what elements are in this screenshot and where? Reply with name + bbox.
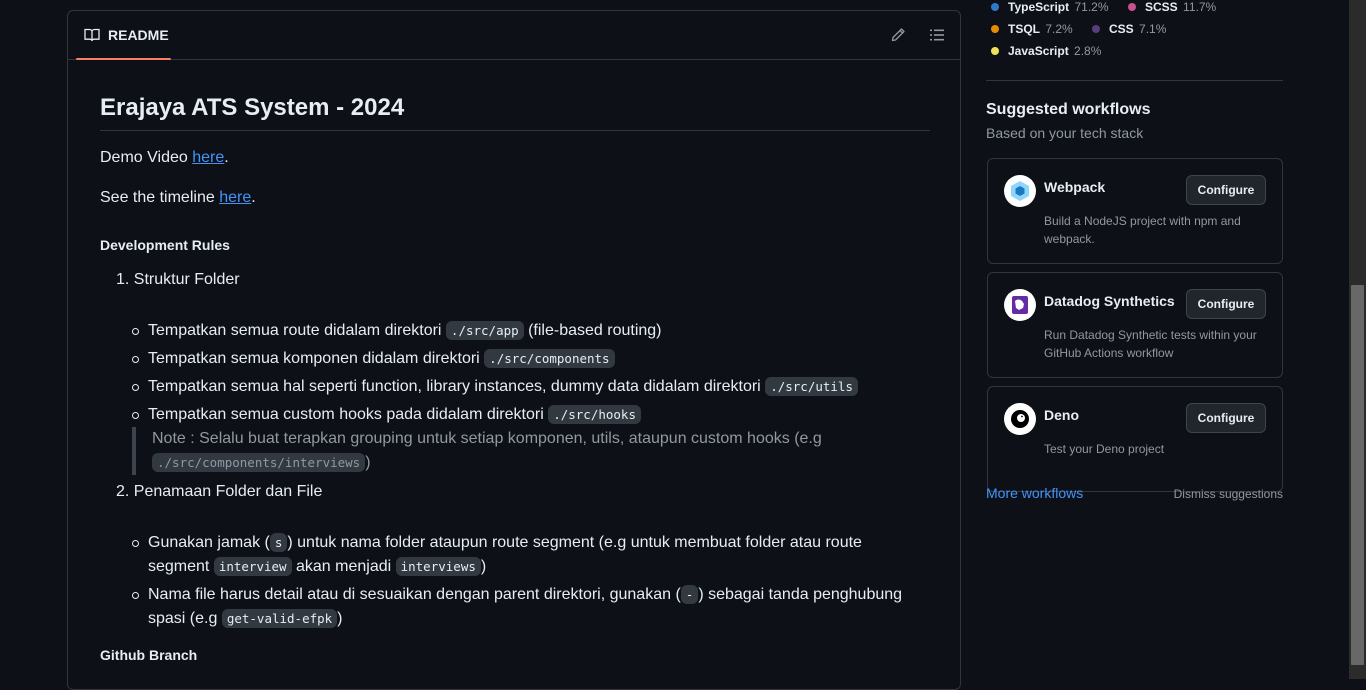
code-snippet: s [269,533,288,552]
dismiss-suggestions-button[interactable]: Dismiss suggestions [1174,487,1283,501]
language-scss[interactable]: SCSS 11.7% [1128,0,1216,14]
language-color-dot [991,47,999,55]
timeline-link[interactable]: here [219,189,251,206]
code-snippet: get-valid-efpk [221,609,338,628]
development-rules-heading: Development Rules [100,237,230,253]
webpack-icon [1004,175,1036,207]
timeline-line: See the timeline here. [100,189,256,207]
code-snippet: interview [213,557,292,576]
workflow-description: Run Datadog Synthetic tests within your … [1044,328,1257,360]
workflow-description: Test your Deno project [1044,442,1165,456]
language-color-dot [991,25,999,33]
workflow-description: Build a NodeJS project with npm and webp… [1044,214,1241,246]
demo-video-line: Demo Video here. [100,149,229,167]
language-typescript[interactable]: TypeScript 71.2% [991,0,1109,14]
rule-2-title: 2. Penamaan Folder dan File [116,483,323,500]
tab-readme-label: README [108,27,169,43]
suggested-workflows-subtitle: Based on your tech stack [986,125,1144,141]
readme-header: README [68,11,960,60]
demo-video-text: Demo Video [100,149,193,166]
demo-video-suffix: . [224,149,229,166]
code-snippet: - [680,585,699,604]
sidebar-divider [986,80,1283,81]
code-snippet: interviews [395,557,481,576]
code-snippet: ./src/hooks [548,405,641,424]
suggested-workflows-title: Suggested workflows [986,101,1151,118]
list-item: Tempatkan semua hal seperti function, li… [132,375,918,399]
timeline-text: See the timeline [100,189,220,206]
workflow-card-datadog: Datadog Synthetics Configure Run Datadog… [987,272,1283,378]
configure-button[interactable]: Configure [1186,289,1266,319]
language-color-dot [1128,3,1136,11]
list-item: Tempatkan semua custom hooks pada didala… [132,403,918,427]
list-item: Tempatkan semua komponen didalam direkto… [132,347,918,371]
datadog-icon [1004,289,1036,321]
code-snippet: ./src/utils [765,377,858,396]
page-scrollbar-thumb[interactable] [1351,285,1364,665]
list-outline-icon[interactable] [929,27,945,43]
configure-button[interactable]: Configure [1186,175,1266,205]
list-item: Gunakan jamak (s) untuk nama folder atau… [132,531,918,579]
workflow-name: Datadog Synthetics [1044,293,1175,309]
code-snippet: ./src/components [484,349,615,368]
language-javascript[interactable]: JavaScript 2.8% [991,44,1101,58]
configure-button[interactable]: Configure [1186,403,1266,433]
tab-active-underline [76,58,171,60]
more-workflows-link[interactable]: More workflows [986,485,1083,501]
list-item: Nama file harus detail atau di sesuaikan… [132,583,918,631]
book-icon [84,28,100,42]
language-tsql[interactable]: TSQL 7.2% [991,22,1073,36]
workflow-name: Deno [1044,407,1079,423]
language-color-dot [991,3,999,11]
tab-readme[interactable]: README [76,11,171,60]
rule-1-title: 1. Struktur Folder [116,271,240,288]
pencil-icon[interactable] [890,27,906,43]
timeline-suffix: . [251,189,256,206]
readme-title: Erajaya ATS System - 2024 [100,94,930,131]
language-color-dot [1092,25,1100,33]
list-item: Tempatkan semua route didalam direktori … [132,319,918,343]
code-snippet: ./src/components/interviews [152,453,366,472]
workflow-card-webpack: Webpack Configure Build a NodeJS project… [987,158,1283,264]
note-blockquote: Note : Selalu buat terapkan grouping unt… [132,427,932,475]
deno-icon [1004,403,1036,435]
demo-video-link[interactable]: here [192,149,224,166]
github-branch-heading: Github Branch [100,647,198,663]
workflow-card-deno: Deno Configure Test your Deno project [987,386,1283,492]
readme-panel: README Erajaya ATS System - 2024 Demo Vi… [67,10,961,690]
workflow-name: Webpack [1044,179,1106,195]
code-snippet: ./src/app [445,321,524,340]
language-css[interactable]: CSS 7.1% [1092,22,1166,36]
